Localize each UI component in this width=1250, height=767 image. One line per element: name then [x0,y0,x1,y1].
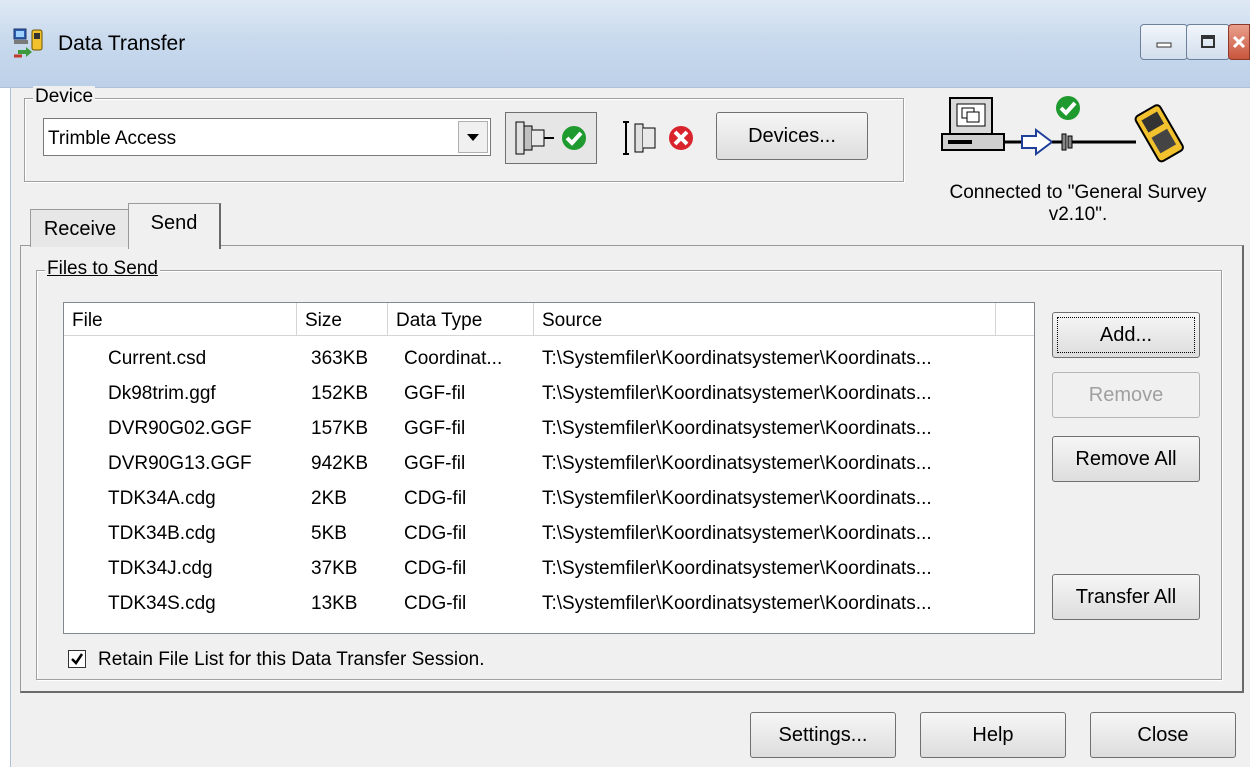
cell-file: Current.csd [108,348,207,369]
cell-file: TDK34B.cdg [108,523,216,544]
checkmark-icon [71,653,84,665]
device-select-value: Trimble Access [48,128,177,149]
column-header-file[interactable]: File [64,303,297,336]
table-row[interactable]: DVR90G02.GGF 157KB GGF-fil T:\Systemfiler\K… [64,411,1034,446]
table-row[interactable]: TDK34A.cdg 2KB CDG-fil T:\Systemfiler\Koord… [64,481,1034,516]
files-to-send-label-text: Files to Send [47,258,158,279]
device-group-label: Device [33,86,96,108]
remove-all-button-label: Remove All [1075,447,1177,470]
cell-file: Dk98trim.ggf [108,383,216,404]
cell-size: 13KB [311,593,358,614]
cell-type: CDG-fil [404,593,467,614]
title-bar[interactable]: Data Transfer [0,0,1250,88]
data-transfer-app-icon [13,28,43,58]
data-transfer-window: Data Transfer Device Trimble Access Devi… [0,0,1250,767]
disconnect-button[interactable] [612,112,704,164]
tab-send[interactable]: Send [128,203,221,249]
cell-source: T:\Systemfiler\Koordinatsystemer\Koordin… [542,348,932,369]
connection-status-graphic [941,96,1184,163]
transfer-all-button[interactable]: Transfer All [1052,574,1200,620]
retain-file-list-checkbox[interactable] [68,650,86,668]
cell-type: GGF-fil [404,418,466,439]
cell-size: 157KB [311,418,369,439]
table-row[interactable]: Current.csd 363KB Coordinat... T:\Systemfil… [64,341,1034,376]
table-row[interactable]: DVR90G13.GGF 942KB GGF-fil T:\Systemfiler\K… [64,446,1034,481]
disconnect-icon [623,121,693,155]
close-button-label: Close [1137,723,1189,746]
cell-type: CDG-fil [404,558,467,579]
minimize-icon [1156,42,1172,48]
cell-source: T:\Systemfiler\Koordinatsystemer\Koordin… [542,453,932,474]
settings-button-label: Settings... [778,723,868,746]
column-header-extra [996,303,1034,336]
cell-size: 2KB [311,488,347,509]
transfer-all-button-label: Transfer All [1075,585,1177,608]
cell-type: CDG-fil [404,488,467,509]
cell-source: T:\Systemfiler\Koordinatsystemer\Koordin… [542,558,932,579]
files-list[interactable]: File Size Data Type Source Current.csd 36… [63,302,1035,634]
cell-source: T:\Systemfiler\Koordinatsystemer\Koordin… [542,418,932,439]
column-header-size[interactable]: Size [297,303,388,336]
remove-button-label: Remove [1088,383,1164,406]
cell-type: Coordinat... [404,348,503,369]
cell-size: 5KB [311,523,347,544]
add-button[interactable]: Add... [1052,312,1200,358]
files-to-send-label: Files to Send [45,258,160,280]
cell-file: TDK34J.cdg [108,558,213,579]
device-select[interactable]: Trimble Access [43,118,491,156]
devices-button[interactable]: Devices... [716,112,868,160]
table-row[interactable]: TDK34J.cdg 37KB CDG-fil T:\Systemfiler\Koor… [64,551,1034,586]
cell-size: 363KB [311,348,369,369]
device-dropdown-button[interactable] [458,121,488,153]
connect-button[interactable] [505,112,597,164]
cell-type: CDG-fil [404,523,467,544]
add-button-label: Add... [1099,323,1153,346]
maximize-button[interactable] [1186,24,1230,60]
connect-icon [515,121,586,155]
help-button-label: Help [972,723,1014,746]
minimize-button[interactable] [1140,24,1188,60]
maximize-icon [1201,35,1215,48]
remove-button[interactable]: Remove [1052,372,1200,418]
cell-source: T:\Systemfiler\Koordinatsystemer\Koordin… [542,383,932,404]
column-header-data-type[interactable]: Data Type [388,303,534,336]
arrow-icon [1021,128,1054,156]
cell-size: 37KB [311,558,358,579]
column-header-source[interactable]: Source [534,303,996,336]
cell-type: GGF-fil [404,453,466,474]
table-row[interactable]: Dk98trim.ggf 152KB GGF-fil T:\Systemfiler\K… [64,376,1034,411]
devices-button-label: Devices... [748,124,836,147]
cell-source: T:\Systemfiler\Koordinatsystemer\Koordin… [542,488,932,509]
cell-type: GGF-fil [404,383,466,404]
cell-source: T:\Systemfiler\Koordinatsystemer\Koordin… [542,523,932,544]
cell-source: T:\Systemfiler\Koordinatsystemer\Koordin… [542,593,932,614]
files-list-header: File Size Data Type Source [64,303,1034,336]
cell-file: DVR90G13.GGF [108,453,252,474]
tab-receive[interactable]: Receive [30,209,130,247]
close-icon [1232,35,1246,49]
cell-size: 942KB [311,453,369,474]
handheld-device-icon [1134,104,1184,163]
cell-file: TDK34A.cdg [108,488,216,509]
table-row[interactable]: TDK34B.cdg 5KB CDG-fil T:\Systemfiler\Koord… [64,516,1034,551]
settings-button[interactable]: Settings... [750,712,896,758]
remove-all-button[interactable]: Remove All [1052,436,1200,482]
cell-size: 152KB [311,383,369,404]
chevron-down-icon [467,134,479,141]
computer-icon [941,97,1005,151]
cell-file: TDK34S.cdg [108,593,216,614]
table-row[interactable]: TDK34S.cdg 13KB CDG-fil T:\Systemfiler\Koor… [64,586,1034,621]
close-button[interactable]: Close [1090,712,1236,758]
close-window-button[interactable] [1228,24,1250,60]
help-button[interactable]: Help [920,712,1066,758]
window-title: Data Transfer [58,32,186,55]
connection-status-text: Connected to "General Survey v2.10". [949,182,1207,225]
retain-file-list-label[interactable]: Retain File List for this Data Transfer … [98,649,485,671]
cell-file: DVR90G02.GGF [108,418,252,439]
